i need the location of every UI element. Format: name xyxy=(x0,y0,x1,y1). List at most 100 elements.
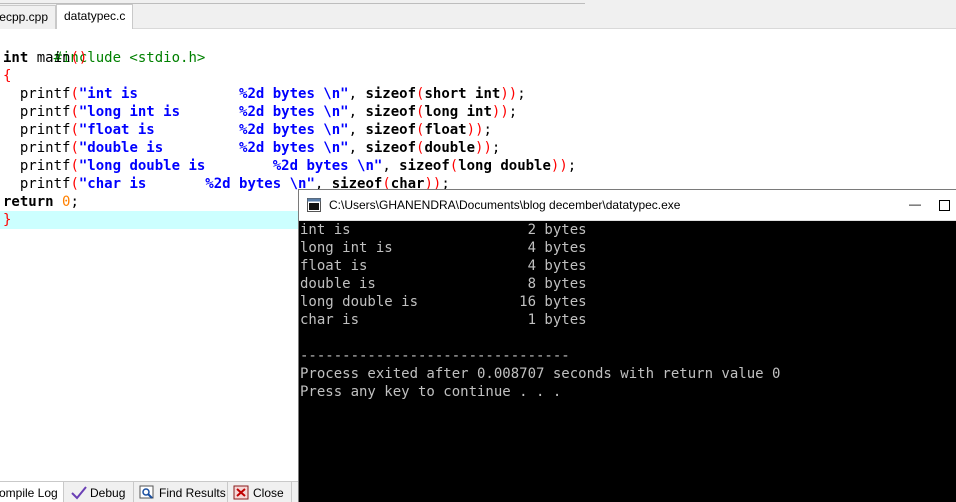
semicolon: ; xyxy=(483,122,492,138)
comma: , xyxy=(348,140,366,156)
console-exit-message: Process exited after 0.008707 seconds wi… xyxy=(300,366,781,382)
close-panel-icon xyxy=(233,485,249,500)
code-line-close-brace-current: } xyxy=(0,211,310,229)
keyword: sizeof xyxy=(399,158,450,174)
semicolon: ; xyxy=(517,86,526,102)
string-literal: "double is %2d bytes \n" xyxy=(78,140,349,156)
console-output-line: long double is 16 bytes xyxy=(300,294,587,310)
code-line-printf: printf("float is %2d bytes \n", sizeof(f… xyxy=(3,121,563,139)
maximize-button[interactable] xyxy=(939,200,950,211)
minimize-button[interactable]: — xyxy=(899,190,931,221)
tab-find-results-label: Find Results xyxy=(159,485,226,500)
tab-close[interactable]: Close xyxy=(228,482,292,502)
paren: ( xyxy=(70,122,79,138)
console-title: C:\Users\GHANENDRA\Documents\blog decemb… xyxy=(329,198,681,212)
keyword: sizeof xyxy=(365,86,417,102)
type-name: float xyxy=(424,122,467,138)
comma: , xyxy=(348,122,366,138)
console-title-bar[interactable]: C:\Users\GHANENDRA\Documents\blog decemb… xyxy=(299,190,956,221)
string-literal: "float is %2d bytes \n" xyxy=(78,122,349,138)
paren: ) xyxy=(508,86,518,102)
type-name: long double xyxy=(458,158,551,174)
code-line-printf: printf("long double is %2d bytes \n", si… xyxy=(3,157,576,175)
semicolon: ; xyxy=(70,194,79,210)
type-name: short int xyxy=(424,86,501,102)
console-app-icon xyxy=(307,198,321,212)
paren: ( xyxy=(70,158,79,174)
paren: ) xyxy=(559,158,568,174)
console-window[interactable]: C:\Users\GHANENDRA\Documents\blog decemb… xyxy=(298,189,956,502)
paren: ( xyxy=(449,158,459,174)
paren: ( xyxy=(70,104,79,120)
paren: () xyxy=(70,50,88,66)
code-line-main: int main() xyxy=(3,49,303,67)
paren: ( xyxy=(70,176,79,192)
string-literal: "char is %2d bytes \n" xyxy=(78,176,315,192)
comma: , xyxy=(348,86,366,102)
console-output-blank xyxy=(300,329,956,347)
function-call: printf xyxy=(19,122,71,138)
function-call: printf xyxy=(19,104,71,120)
semicolon: ; xyxy=(491,140,501,156)
console-output-line: float is 4 bytes xyxy=(300,258,587,274)
console-output-line: double is 8 bytes xyxy=(300,276,587,292)
paren: ) xyxy=(500,86,509,102)
keyword: sizeof xyxy=(365,104,417,120)
tab-close-label: Close xyxy=(253,485,284,500)
tab-compile-log[interactable]: ompile Log xyxy=(0,482,64,502)
tab-ecpp-cpp[interactable]: ecpp.cpp xyxy=(0,5,56,29)
paren: ( xyxy=(70,86,79,102)
paren: ) xyxy=(475,122,484,138)
paren: ) xyxy=(500,104,509,120)
semicolon: ; xyxy=(567,158,577,174)
code-line-printf: printf("long int is %2d bytes \n", sizeo… xyxy=(3,103,563,121)
code-line-open-brace: { xyxy=(3,67,303,85)
tab-find-results[interactable]: Find Results xyxy=(134,482,228,502)
brace: } xyxy=(3,212,12,228)
tab-debug-label: Debug xyxy=(90,485,126,500)
bottom-panel-tabs: ompile Log Debug Find Results Close xyxy=(0,481,300,502)
type-name: long int xyxy=(424,104,492,120)
checkmark-icon xyxy=(71,485,87,499)
function-name: main xyxy=(28,50,71,66)
code-line-printf: printf("double is %2d bytes \n", sizeof(… xyxy=(3,139,563,157)
string-literal: "int is %2d bytes \n" xyxy=(78,86,349,102)
console-output-line: char is 1 bytes xyxy=(300,312,587,328)
keyword: int xyxy=(3,50,29,66)
string-literal: "long int is %2d bytes \n" xyxy=(78,104,349,120)
string-literal: "long double is %2d bytes \n" xyxy=(78,158,383,174)
brace: { xyxy=(3,68,12,84)
keyword: sizeof xyxy=(365,140,417,156)
tab-datatypec-c[interactable]: datatypec.c xyxy=(56,4,133,29)
tab-debug[interactable]: Debug xyxy=(66,482,134,502)
function-call: printf xyxy=(19,158,71,174)
paren: ( xyxy=(70,140,79,156)
code-line-include: #include <stdio.h> xyxy=(3,31,303,66)
tab-compile-log-label: ompile Log xyxy=(0,485,58,500)
semicolon: ; xyxy=(508,104,518,120)
keyword: return xyxy=(3,194,54,210)
find-results-icon xyxy=(139,485,154,499)
paren: ) xyxy=(483,140,492,156)
comma: , xyxy=(348,104,366,120)
screen: ecpp.cpp datatypec.c #include <stdio.h> … xyxy=(0,0,956,502)
console-separator: -------------------------------- xyxy=(300,348,570,364)
console-output-line: int is 2 bytes xyxy=(300,222,587,238)
type-name: double xyxy=(424,140,476,156)
comma: , xyxy=(382,158,400,174)
function-call: printf xyxy=(19,140,71,156)
function-call: printf xyxy=(19,86,71,102)
code-line-return: return 0; xyxy=(3,193,303,211)
editor-tab-bar: ecpp.cpp datatypec.c xyxy=(0,0,956,29)
function-call: printf xyxy=(19,176,71,192)
console-output-line: long int is 4 bytes xyxy=(300,240,587,256)
keyword: sizeof xyxy=(365,122,417,138)
paren: ) xyxy=(466,122,476,138)
